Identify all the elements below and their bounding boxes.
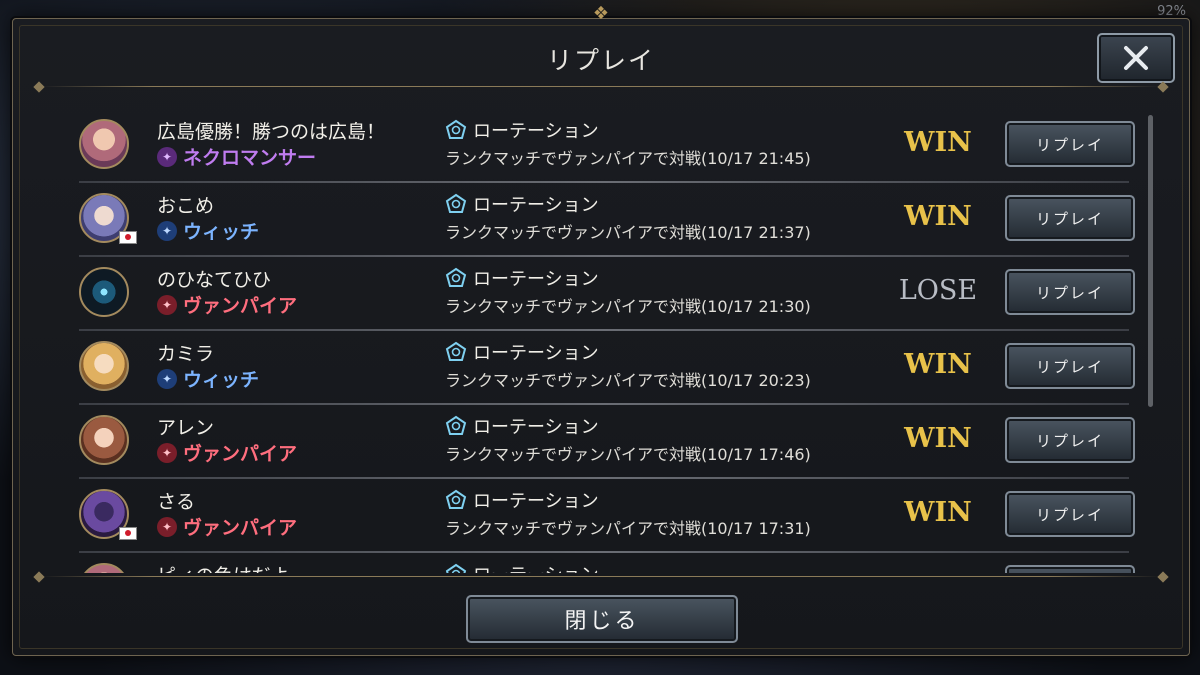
opponent-avatar — [79, 415, 129, 465]
opponent-name: アレン — [157, 417, 215, 439]
opponent-avatar — [79, 119, 129, 169]
format-label: ローテーション — [473, 121, 599, 142]
opponent-class: ✦ ヴァンパイア — [157, 291, 297, 318]
match-format: ローテーション — [445, 339, 599, 365]
class-emblem-icon: ✦ — [157, 146, 177, 167]
replay-modal: ❖ リプレイ 広島優勝！勝つのは広島！ ✦ ネクロマンサー ローテーション ラン… — [12, 3, 1190, 656]
replay-button[interactable]: リプレイ — [1005, 417, 1135, 463]
format-label: ローテーション — [473, 417, 599, 438]
match-detail: ランクマッチでヴァンパイアで対戦(10/17 20:23) — [445, 371, 811, 390]
japan-flag-icon — [119, 527, 137, 540]
replay-row: 広島優勝！勝つのは広島！ ✦ ネクロマンサー ローテーション ランクマッチでヴァ… — [73, 111, 1143, 185]
opponent-class: ✦ ウィッチ — [157, 217, 259, 244]
opponent-name: おこめ — [157, 195, 215, 217]
rotation-format-icon — [445, 119, 467, 139]
replay-button[interactable]: リプレイ — [1005, 565, 1135, 573]
close-modal-button[interactable]: 閉じる — [466, 595, 738, 643]
match-format: ローテーション — [445, 117, 599, 143]
opponent-avatar — [79, 267, 129, 317]
class-label: ヴァンパイア — [183, 517, 298, 539]
rotation-format-icon — [445, 267, 467, 287]
match-detail: ランクマッチでヴァンパイアで対戦(10/17 21:37) — [445, 223, 811, 242]
match-result: WIN — [904, 201, 972, 232]
class-label: ウィッチ — [183, 369, 260, 391]
row-divider — [79, 403, 1129, 405]
replay-row: カミラ ✦ ウィッチ ローテーション ランクマッチでヴァンパイアで対戦(10/1… — [73, 333, 1143, 407]
replay-row: のひなてひひ ✦ ヴァンパイア ローテーション ランクマッチでヴァンパイアで対戦… — [73, 259, 1143, 333]
match-result: WIN — [904, 127, 972, 158]
match-result: LOSE — [898, 275, 978, 306]
match-format: ローテーション — [445, 413, 599, 439]
format-label: ローテーション — [473, 343, 599, 364]
close-x-button[interactable] — [1097, 33, 1175, 83]
row-divider — [79, 329, 1129, 331]
replay-row: ピィの色はだよ ✦ ローテーション リプレイ — [73, 555, 1143, 573]
class-emblem-icon: ✦ — [157, 442, 177, 463]
class-emblem-icon: ✦ — [157, 368, 177, 389]
rotation-format-icon — [445, 341, 467, 361]
rotation-format-icon — [445, 489, 467, 509]
match-format: ローテーション — [445, 561, 599, 573]
opponent-name: さる — [157, 491, 196, 513]
opponent-class: ✦ ウィッチ — [157, 365, 259, 392]
format-label: ローテーション — [473, 491, 599, 512]
match-format: ローテーション — [445, 265, 599, 291]
format-label: ローテーション — [473, 269, 599, 290]
opponent-name: ピィの色はだよ — [157, 561, 290, 573]
replay-button[interactable]: リプレイ — [1005, 343, 1135, 389]
format-label: ローテーション — [473, 195, 599, 216]
opponent-class: ✦ ヴァンパイア — [157, 439, 297, 466]
format-label: ローテーション — [473, 561, 599, 573]
opponent-name: のひなてひひ — [157, 269, 272, 291]
match-detail: ランクマッチでヴァンパイアで対戦(10/17 21:30) — [445, 297, 811, 316]
match-format: ローテーション — [445, 487, 599, 513]
opponent-class: ✦ ネクロマンサー — [157, 143, 316, 170]
replay-row: さる ✦ ヴァンパイア ローテーション ランクマッチでヴァンパイアで対戦(10/… — [73, 481, 1143, 555]
match-result: WIN — [904, 497, 972, 528]
replay-button[interactable]: リプレイ — [1005, 121, 1135, 167]
bottom-divider — [31, 571, 1171, 583]
replay-row: おこめ ✦ ウィッチ ローテーション ランクマッチでヴァンパイアで対戦(10/1… — [73, 185, 1143, 259]
opponent-name: カミラ — [157, 343, 215, 365]
class-label: ネクロマンサー — [183, 147, 317, 169]
replay-button[interactable]: リプレイ — [1005, 269, 1135, 315]
match-result: WIN — [904, 349, 972, 380]
row-divider — [79, 477, 1129, 479]
opponent-name: 広島優勝！勝つのは広島！ — [157, 121, 386, 143]
row-divider — [79, 255, 1129, 257]
battery-status: 92% — [1157, 4, 1186, 19]
close-x-icon — [1124, 46, 1148, 70]
row-divider — [79, 551, 1129, 553]
class-label: ヴァンパイア — [183, 443, 298, 465]
row-divider — [79, 181, 1129, 183]
replay-button[interactable]: リプレイ — [1005, 195, 1135, 241]
match-detail: ランクマッチでヴァンパイアで対戦(10/17 17:31) — [445, 519, 811, 538]
top-divider — [31, 81, 1171, 93]
class-label: ウィッチ — [183, 221, 260, 243]
rotation-format-icon — [445, 563, 467, 573]
class-emblem-icon: ✦ — [157, 220, 177, 241]
rotation-format-icon — [445, 193, 467, 213]
opponent-avatar — [79, 341, 129, 391]
match-format: ローテーション — [445, 191, 599, 217]
crest-ornament-icon: ❖ — [592, 3, 610, 24]
modal-title: リプレイ — [546, 46, 655, 75]
opponent-avatar — [79, 563, 129, 573]
match-detail: ランクマッチでヴァンパイアで対戦(10/17 21:45) — [445, 149, 811, 168]
replay-list[interactable]: 広島優勝！勝つのは広島！ ✦ ネクロマンサー ローテーション ランクマッチでヴァ… — [73, 111, 1143, 573]
list-scrollbar[interactable] — [1148, 115, 1153, 407]
opponent-class: ✦ ヴァンパイア — [157, 513, 297, 540]
match-detail: ランクマッチでヴァンパイアで対戦(10/17 17:46) — [445, 445, 811, 464]
match-result: WIN — [904, 423, 972, 454]
rotation-format-icon — [445, 415, 467, 435]
replay-button[interactable]: リプレイ — [1005, 491, 1135, 537]
class-emblem-icon: ✦ — [157, 516, 177, 537]
japan-flag-icon — [119, 231, 137, 244]
class-label: ヴァンパイア — [183, 295, 298, 317]
replay-row: アレン ✦ ヴァンパイア ローテーション ランクマッチでヴァンパイアで対戦(10… — [73, 407, 1143, 481]
class-emblem-icon: ✦ — [157, 294, 177, 315]
